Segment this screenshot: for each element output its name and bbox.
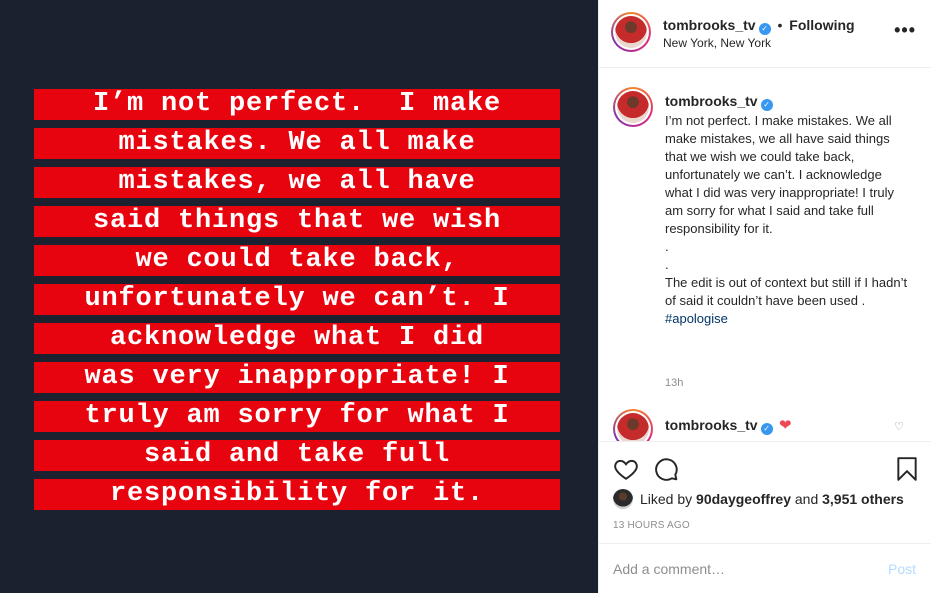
post-comment-button[interactable]: Post: [888, 561, 916, 577]
likes-prefix: Liked by: [640, 491, 693, 507]
red-heart-icon: ❤: [779, 417, 792, 434]
post-details-panel: tombrooks_tv ✓ • Following New York, New …: [598, 0, 931, 593]
comment-bubble-icon[interactable]: [653, 456, 679, 482]
comment-avatar[interactable]: [613, 409, 653, 441]
post-actions: Liked by 90daygeoffrey and 3,951 others …: [599, 441, 931, 543]
quote-line: truly am sorry for what I: [34, 401, 560, 432]
quote-line: responsibility for it.: [34, 479, 560, 510]
liker-avatar[interactable]: [613, 489, 633, 509]
likes-others-link[interactable]: 3,951 others: [822, 491, 904, 507]
caption-username[interactable]: tombrooks_tv: [665, 93, 758, 109]
quote-text-block: I’m not perfect. I make mistakes. We all…: [34, 89, 560, 518]
like-comment-heart-icon[interactable]: ♡: [894, 420, 904, 433]
caption-avatar[interactable]: [613, 87, 653, 127]
more-options-icon[interactable]: •••: [894, 20, 916, 41]
following-button[interactable]: Following: [789, 17, 854, 33]
quote-line: said things that we wish: [34, 206, 560, 237]
hashtag-link[interactable]: #apologise: [665, 311, 728, 326]
verified-badge-icon: ✓: [758, 23, 771, 35]
quote-line: was very inappropriate! I: [34, 362, 560, 393]
author-avatar[interactable]: [611, 12, 651, 52]
separator-dot: •: [777, 17, 783, 33]
caption-author: tombrooks_tv ✓: [665, 93, 773, 111]
quote-line: unfortunately we can’t. I: [34, 284, 560, 315]
verified-badge-icon: ✓: [760, 99, 773, 111]
quote-line: we could take back,: [34, 245, 560, 276]
quote-line: mistakes, we all have: [34, 167, 560, 198]
comments-section: tombrooks_tv ✓ I’m not perfect. I make mi…: [599, 69, 931, 441]
like-heart-icon[interactable]: [613, 456, 639, 482]
author-line: tombrooks_tv ✓ • Following: [663, 17, 855, 35]
add-comment-bar: Post: [599, 543, 931, 593]
comment-username[interactable]: tombrooks_tv: [665, 417, 758, 433]
quote-line: acknowledge what I did: [34, 323, 560, 354]
post-timestamp[interactable]: 13 HOURS AGO: [613, 520, 690, 531]
caption-time: 13h: [665, 377, 684, 389]
likes-and: and: [794, 491, 819, 507]
liker-username[interactable]: 90daygeoffrey: [696, 491, 791, 507]
location-link[interactable]: New York, New York: [663, 36, 771, 50]
quote-line: I’m not perfect. I make: [34, 89, 560, 120]
post-header: tombrooks_tv ✓ • Following New York, New …: [599, 0, 931, 68]
likes-summary: Liked by 90daygeoffrey and 3,951 others: [613, 489, 904, 509]
comment-author: tombrooks_tv ✓ ❤: [665, 416, 792, 435]
caption-text: I’m not perfect. I make mistakes. We all…: [665, 112, 910, 328]
quote-line: mistakes. We all make: [34, 128, 560, 159]
comment-input[interactable]: [613, 558, 873, 580]
verified-badge-icon: ✓: [760, 423, 773, 435]
save-bookmark-icon[interactable]: [894, 456, 920, 482]
author-username[interactable]: tombrooks_tv: [663, 17, 756, 33]
caption-body: I’m not perfect. I make mistakes. We all…: [665, 113, 908, 308]
quote-line: said and take full: [34, 440, 560, 471]
post-image[interactable]: I’m not perfect. I make mistakes. We all…: [0, 0, 598, 593]
